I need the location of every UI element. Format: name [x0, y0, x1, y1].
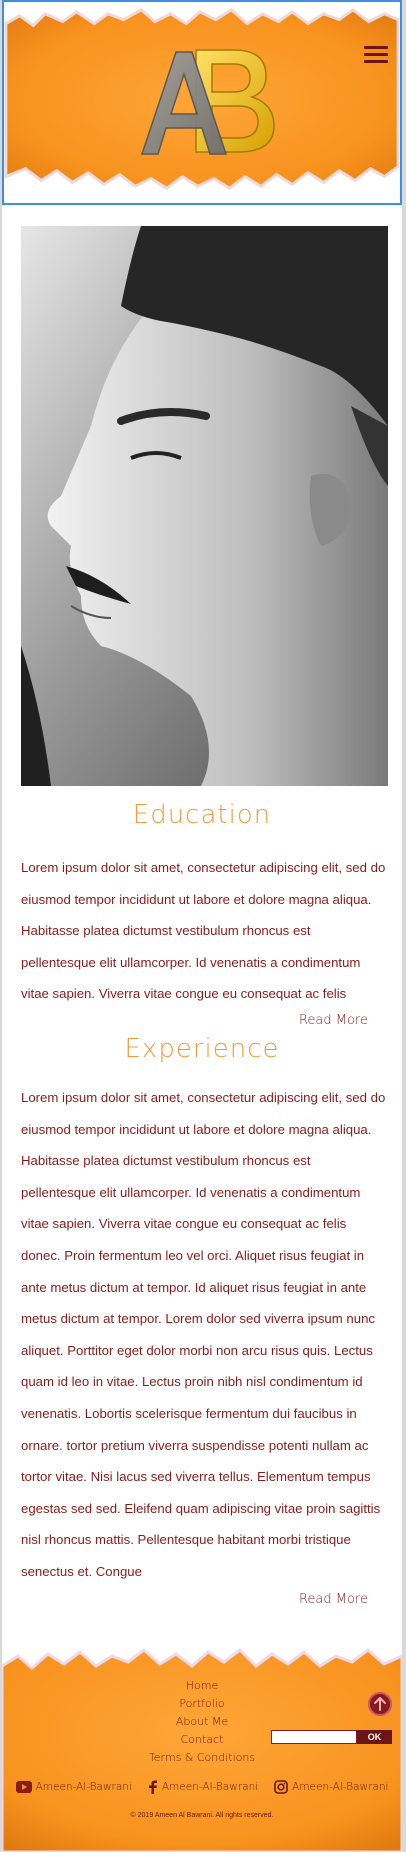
footer-link-portfolio[interactable]: Portfolio — [2, 1695, 402, 1713]
subscribe-ok-button[interactable]: OK — [357, 1730, 392, 1744]
subscribe-form: OK — [271, 1730, 392, 1744]
arrow-up-icon — [374, 1697, 386, 1711]
education-text: Lorem ipsum dolor sit amet, consectetur … — [21, 860, 386, 1002]
instagram-label: Ameen-Al-Bawrani — [292, 1781, 389, 1793]
ab-logo — [140, 49, 275, 155]
site-header — [2, 0, 402, 205]
experience-heading: Experience — [124, 1034, 280, 1064]
footer-link-terms[interactable]: Terms & Conditions — [2, 1749, 402, 1767]
experience-read-more-link[interactable]: Read More — [299, 1592, 368, 1607]
youtube-link[interactable]: Ameen-Al-Bawrani — [15, 1780, 132, 1794]
site-footer: Home Portfolio About Me Contact Terms & … — [2, 1640, 402, 1852]
hamburger-menu-icon[interactable] — [364, 46, 388, 64]
scroll-to-top-button[interactable] — [368, 1692, 392, 1716]
education-read-more-link[interactable]: Read More — [299, 1013, 368, 1028]
youtube-icon — [15, 1781, 32, 1793]
subscribe-input[interactable] — [271, 1730, 357, 1744]
footer-link-about-me[interactable]: About Me — [2, 1713, 402, 1731]
instagram-icon — [274, 1780, 288, 1794]
footer-link-home[interactable]: Home — [2, 1677, 402, 1695]
facebook-label: Ameen-Al-Bawrani — [161, 1781, 259, 1793]
profile-portrait-image — [21, 226, 388, 786]
facebook-link[interactable]: Ameen-Al-Bawrani — [148, 1780, 258, 1794]
education-heading: Education — [132, 800, 272, 830]
page: Education Lorem ipsum dolor sit amet, co… — [2, 0, 402, 1852]
youtube-label: Ameen-Al-Bawrani — [35, 1781, 132, 1793]
copyright-text: © 2019 Ameen Al Bawrani. All rights rese… — [130, 1812, 274, 1819]
experience-text: Lorem ipsum dolor sit amet, consectetur … — [21, 1090, 386, 1579]
footer-nav: Home Portfolio About Me Contact Terms & … — [2, 1677, 402, 1767]
social-links: Ameen-Al-Bawrani Ameen-Al-Bawrani Ameen-… — [2, 1780, 402, 1794]
instagram-link[interactable]: Ameen-Al-Bawrani — [274, 1780, 388, 1794]
facebook-icon — [148, 1780, 157, 1794]
